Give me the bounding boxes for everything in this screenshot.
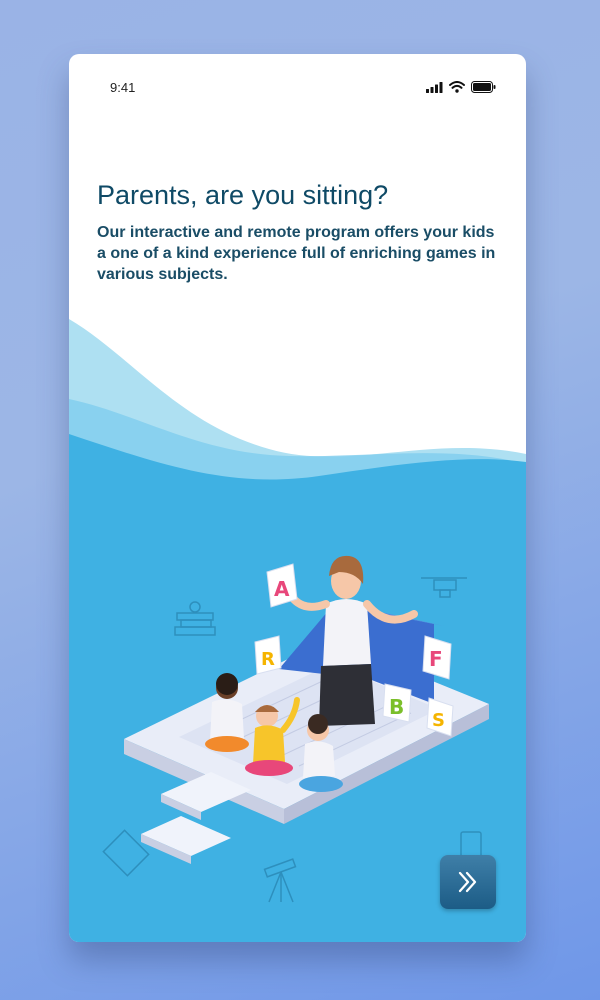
svg-text:R: R (261, 649, 275, 670)
telescope-icon (263, 858, 297, 903)
svg-text:F: F (429, 647, 443, 671)
status-icons (426, 81, 496, 93)
signal-icon (426, 81, 443, 93)
battery-icon (471, 81, 496, 93)
learning-illustration: A R F B S (102, 555, 489, 903)
letter-card-b: B (382, 683, 412, 723)
books-apple-icon (174, 601, 216, 636)
status-bar: 9:41 (69, 54, 526, 114)
letter-card-r: R (254, 635, 282, 675)
page-title: Parents, are you sitting? (97, 180, 389, 210)
letter-card-f: F (422, 635, 452, 680)
phone-screen: 9:41 Parents, are you sitting? Our inter… (69, 54, 526, 942)
double-chevron-right-icon (458, 871, 477, 893)
svg-text:S: S (432, 710, 445, 731)
floating-keys (141, 772, 251, 864)
page-description: Our interactive and remote program offer… (97, 224, 496, 283)
letter-card-a: A (266, 563, 298, 608)
status-time: 9:41 (110, 80, 136, 95)
svg-text:B: B (389, 695, 404, 719)
wifi-icon (449, 81, 465, 93)
svg-text:A: A (274, 577, 290, 601)
next-button[interactable] (440, 855, 496, 909)
drone-icon (421, 577, 467, 598)
